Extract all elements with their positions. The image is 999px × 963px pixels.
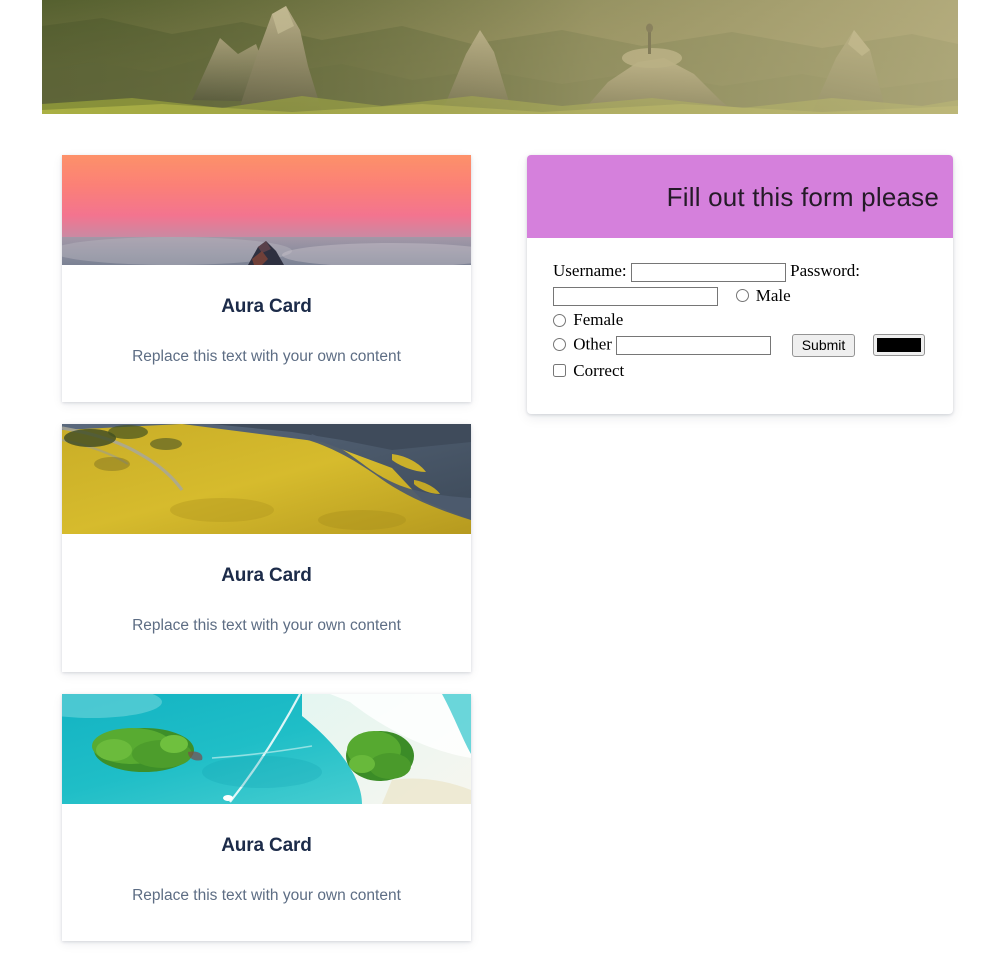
card-image-turquoise-islands xyxy=(62,693,471,804)
checkbox-correct[interactable] xyxy=(553,364,566,378)
card-item[interactable]: Aura Card Replace this text with your ow… xyxy=(62,424,471,672)
password-label: Password: xyxy=(790,261,861,280)
card-body: Aura Card Replace this text with your ow… xyxy=(62,804,471,941)
card-text: Replace this text with your own content xyxy=(132,347,401,365)
form-body: Username: Password: Male Female Other Su… xyxy=(527,238,953,414)
form-row-username: Username: Password: xyxy=(553,262,927,282)
radio-other[interactable] xyxy=(553,337,566,351)
form-header-title: Fill out this form please xyxy=(666,181,939,212)
color-swatch-fill xyxy=(876,338,921,353)
card-image-aerial-grassland-river xyxy=(62,424,471,535)
form-row-other: Other Submit xyxy=(553,333,927,357)
username-input[interactable] xyxy=(630,262,786,282)
card-item[interactable]: Aura Card Replace this text with your ow… xyxy=(62,155,471,403)
card-image-pink-sunset-peak xyxy=(62,155,471,265)
form-row-correct: Correct xyxy=(553,362,927,380)
other-input[interactable] xyxy=(616,335,772,355)
card-item[interactable]: Aura Card Replace this text with your ow… xyxy=(62,693,471,942)
radio-female-label: Female xyxy=(573,310,624,330)
radio-other-label: Other xyxy=(573,334,612,354)
card-title: Aura Card xyxy=(221,296,312,317)
card-text: Replace this text with your own content xyxy=(132,617,401,635)
color-picker-input[interactable] xyxy=(872,334,925,357)
card-body: Aura Card Replace this text with your ow… xyxy=(62,265,471,402)
checkbox-correct-label: Correct xyxy=(573,360,625,380)
radio-male-label: Male xyxy=(755,285,791,305)
hero-banner xyxy=(42,0,958,114)
form-row-female: Female xyxy=(553,311,927,329)
card-title: Aura Card xyxy=(221,565,312,587)
form-panel: Fill out this form please Username: Pass… xyxy=(527,155,953,415)
radio-male[interactable] xyxy=(735,289,749,303)
hero-banner-image xyxy=(42,0,958,114)
card-body: Aura Card Replace this text with your ow… xyxy=(62,534,471,671)
form-header: Fill out this form please xyxy=(527,155,953,238)
radio-female[interactable] xyxy=(553,313,566,327)
card-title: Aura Card xyxy=(221,834,312,856)
username-label: Username: xyxy=(553,261,627,280)
submit-button[interactable]: Submit xyxy=(791,333,856,357)
form-row-password: Male xyxy=(553,287,927,307)
card-column: Aura Card Replace this text with your ow… xyxy=(62,155,471,963)
password-input[interactable] xyxy=(553,287,718,307)
card-text: Replace this text with your own content xyxy=(132,886,401,904)
